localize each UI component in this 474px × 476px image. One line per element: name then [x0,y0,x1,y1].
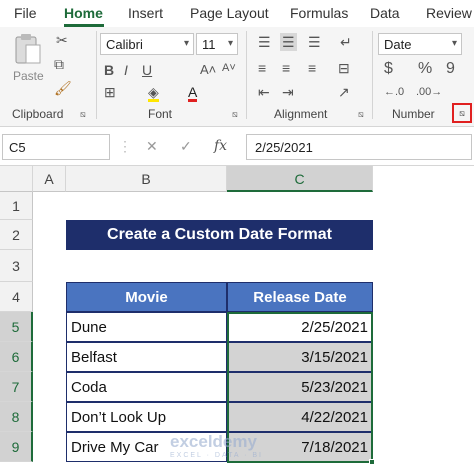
row-header-6[interactable]: 6 [0,342,33,372]
number-launcher-icon[interactable]: ⧅ [452,103,472,123]
number-format-value: Date [384,37,412,52]
ribbon: Paste ✂ ⧉ 🖌 Clipboard ⧅ Calibri ▾ 11 ▾ B… [0,27,474,127]
header-cell-release-date[interactable]: Release Date [227,282,373,312]
tab-page-layout[interactable]: Page Layout [190,5,269,21]
align-right-icon[interactable]: ≡ [308,61,316,75]
table-row-movie-cell[interactable]: Dune [66,312,227,342]
row-header-8[interactable]: 8 [0,402,33,432]
row-header-4[interactable]: 4 [0,282,33,312]
format-painter-icon[interactable]: 🖌 [54,81,72,95]
align-center-icon[interactable]: ≡ [282,61,290,75]
decrease-font-icon[interactable]: A˅ [222,63,236,74]
font-color-icon[interactable]: A [188,85,198,102]
paste-label: Paste [13,69,44,83]
table-row-date-cell[interactable]: 2/25/2021 [227,312,373,342]
font-name-select[interactable]: Calibri ▾ [100,33,194,55]
table-row-movie-cell[interactable]: Don’t Look Up [66,402,227,432]
chevron-down-icon: ▾ [183,38,189,49]
orientation-icon[interactable]: ↗ [338,85,350,99]
watermark-logo: exceldemy EXCEL · DATA · BI [170,432,263,459]
tab-home[interactable]: Home [64,5,103,21]
number-group-label: Number [392,107,435,121]
top-align-icon[interactable]: ☰ [258,35,271,49]
copy-icon[interactable]: ⧉ [54,57,64,71]
currency-icon[interactable]: $ [384,61,393,77]
tab-insert[interactable]: Insert [128,5,163,21]
row-header-2[interactable]: 2 [0,220,33,250]
column-header-c[interactable]: C [227,166,373,192]
worksheet-grid: A B C 1 2 3 4 5 6 7 8 9 Create a Custom … [0,166,474,476]
formula-input[interactable]: 2/25/2021 [246,134,472,160]
group-separator [246,31,247,119]
decrease-indent-icon[interactable]: ⇤ [258,85,270,99]
cancel-icon[interactable]: ✕ [146,138,158,155]
tab-data[interactable]: Data [370,5,400,21]
watermark-tagline: EXCEL · DATA · BI [170,452,263,459]
font-size-select[interactable]: 11 ▾ [196,33,238,55]
fill-handle[interactable] [369,459,375,465]
percent-icon[interactable]: % [418,61,432,77]
table-row-movie-cell[interactable]: Coda [66,372,227,402]
table-row-date-cell[interactable]: 4/22/2021 [227,402,373,432]
paste-button[interactable]: Paste [10,33,46,89]
wrap-text-icon[interactable]: ↵ [340,35,352,49]
watermark-name: exceldemy [170,432,257,451]
number-format-select[interactable]: Date ▾ [378,33,462,55]
name-box[interactable]: C5 [2,134,110,160]
group-separator [96,31,97,119]
tab-formulas[interactable]: Formulas [290,5,348,21]
bottom-align-icon[interactable]: ☰ [308,35,321,49]
ribbon-tabs: File Home Insert Page Layout Formulas Da… [0,0,474,27]
merge-cells-icon[interactable]: ⊟ [338,61,350,75]
select-all-corner[interactable] [0,166,33,192]
formula-bar: C5 ⋮ ✕ ✓ fx 2/25/2021 [0,128,474,166]
row-header-3[interactable]: 3 [0,250,33,282]
table-title-cell[interactable]: Create a Custom Date Format [66,220,373,250]
tab-review[interactable]: Review [426,5,472,21]
row-header-9[interactable]: 9 [0,432,33,462]
comma-style-icon[interactable]: 9 [446,61,455,77]
insert-function-icon[interactable]: fx [214,138,227,154]
header-cell-movie[interactable]: Movie [66,282,227,312]
alignment-group-label: Alignment [274,107,328,121]
increase-font-icon[interactable]: A˄ [200,63,216,76]
chevron-down-icon: ▾ [451,38,457,49]
borders-icon[interactable]: ⊞ [104,85,116,99]
row-header-1[interactable]: 1 [0,192,33,220]
decrease-decimal-icon[interactable]: .00→ [416,87,442,98]
paste-icon [15,34,41,64]
row-header-5[interactable]: 5 [0,312,33,342]
font-launcher-icon[interactable]: ⧅ [232,109,238,120]
column-header-b[interactable]: B [66,166,227,192]
table-row-date-cell[interactable]: 5/23/2021 [227,372,373,402]
tab-file[interactable]: File [14,5,37,21]
increase-decimal-icon[interactable]: ←.0 [384,87,404,98]
row-header-7[interactable]: 7 [0,372,33,402]
underline-icon[interactable]: U [142,63,152,77]
more-options-icon: ⋮ [118,138,132,154]
increase-indent-icon[interactable]: ⇥ [282,85,294,99]
font-name-value: Calibri [106,37,143,52]
group-separator [372,31,373,119]
enter-icon[interactable]: ✓ [180,138,192,155]
cut-icon[interactable]: ✂ [56,33,68,47]
chevron-down-icon: ▾ [227,38,233,49]
table-row-movie-cell[interactable]: Belfast [66,342,227,372]
bold-icon[interactable]: B [104,63,114,77]
font-group-label: Font [148,107,173,121]
clipboard-launcher-icon[interactable]: ⧅ [80,109,86,120]
clipboard-group-label: Clipboard [12,107,64,121]
align-left-icon[interactable]: ≡ [258,61,266,75]
middle-align-icon[interactable]: ☰ [280,33,297,51]
column-header-a[interactable]: A [33,166,66,192]
italic-icon[interactable]: I [124,63,128,77]
fill-color-icon[interactable]: ◈ [148,85,159,102]
alignment-launcher-icon[interactable]: ⧅ [358,109,364,120]
table-row-date-cell[interactable]: 3/15/2021 [227,342,373,372]
font-size-value: 11 [202,37,216,52]
